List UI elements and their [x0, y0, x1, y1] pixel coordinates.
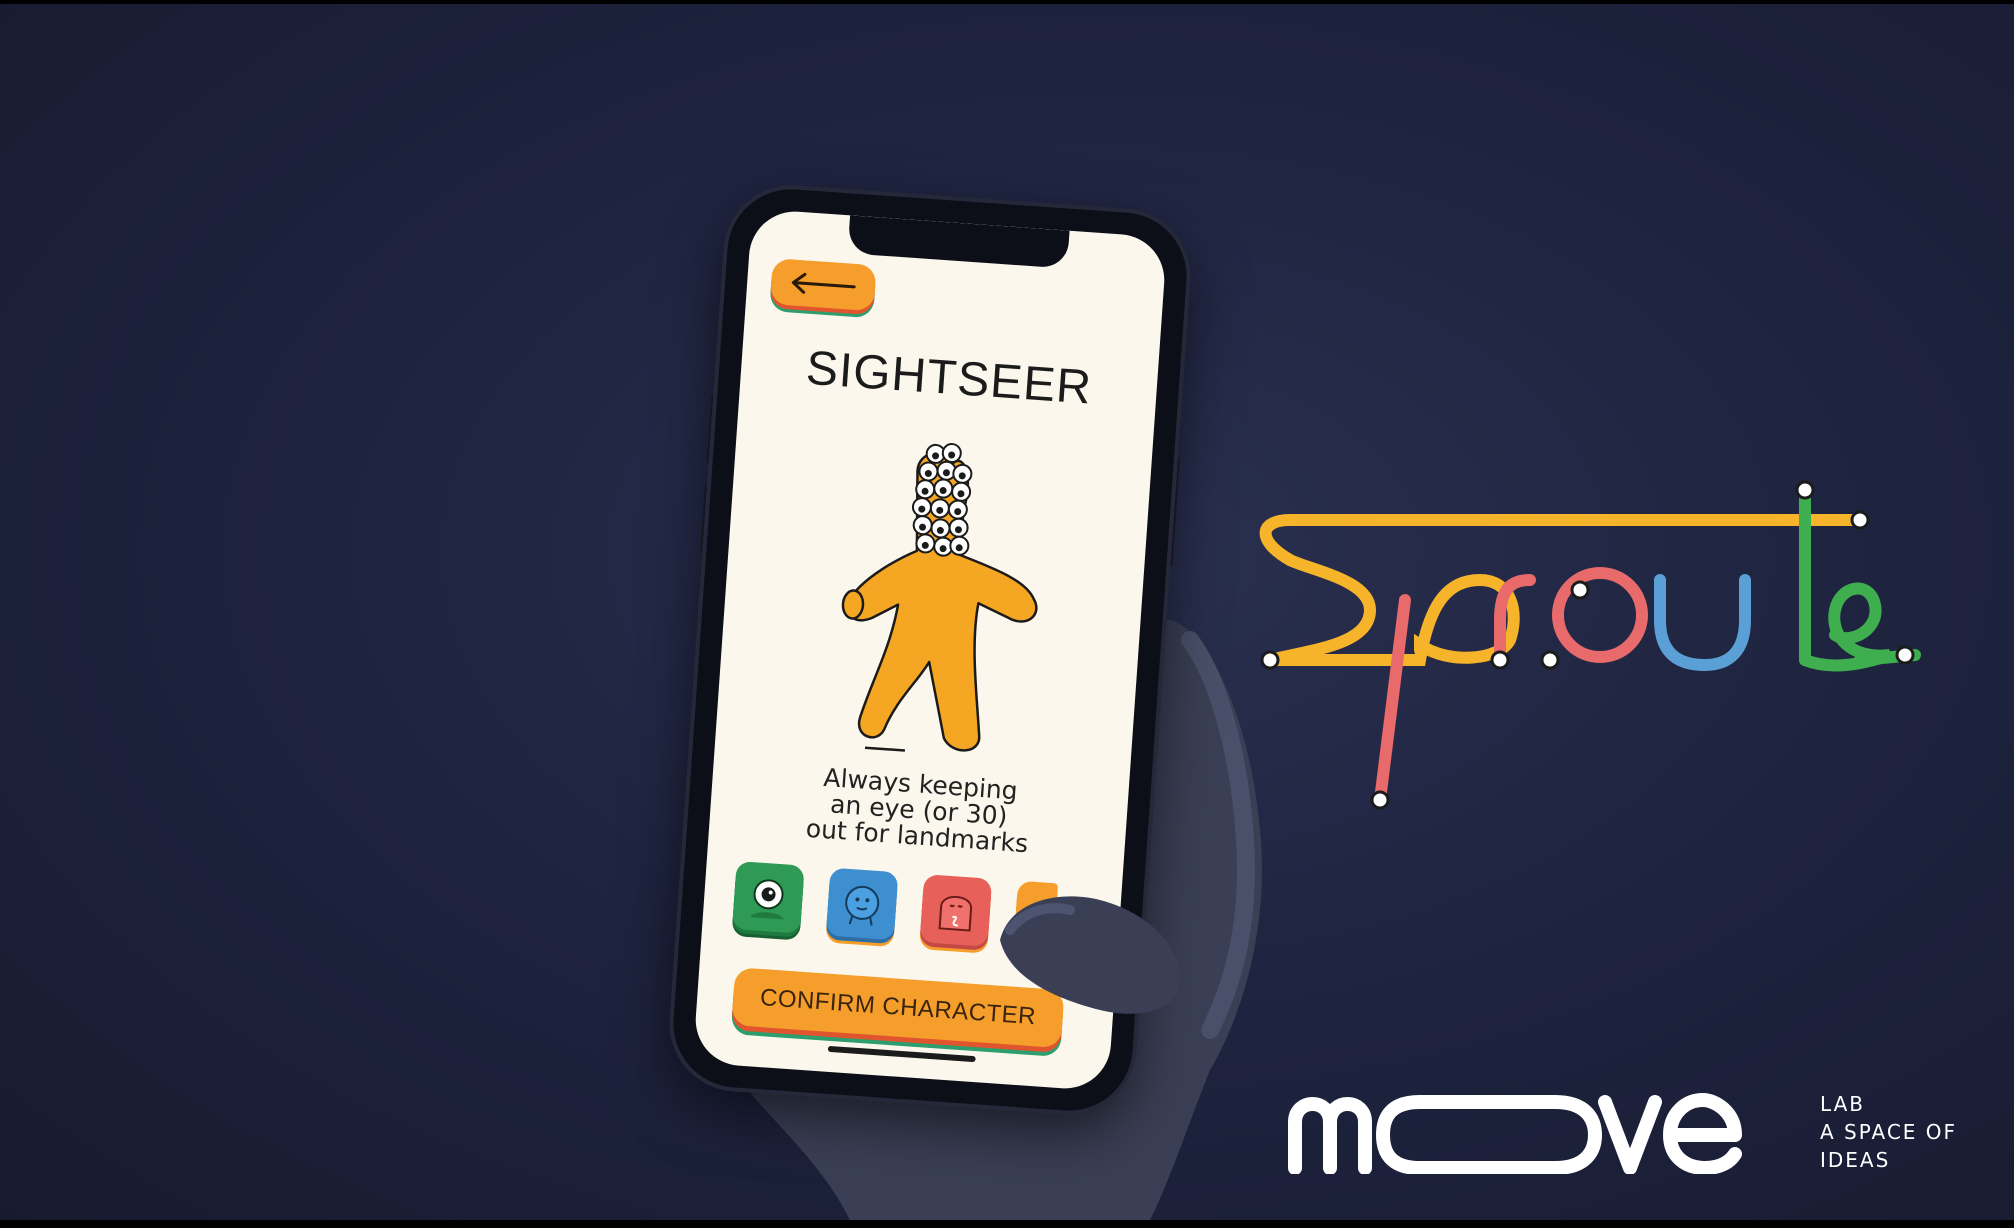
moove-logo [1288, 1093, 1742, 1174]
red-ghost-icon [938, 895, 973, 932]
moove-tagline: LAB A SPACE OF IDEAS [1820, 1090, 2010, 1174]
character-option-red[interactable] [919, 874, 993, 947]
sightseer-character [841, 443, 1038, 752]
thumb [1000, 896, 1180, 1014]
back-button[interactable] [769, 258, 877, 312]
character-option-blue[interactable] [825, 867, 899, 941]
character-title: SIGHTSEER [804, 341, 1094, 415]
letterbox-bottom [0, 1220, 2014, 1228]
tagline-line: IDEAS [1820, 1148, 1891, 1172]
green-cyclops-icon [749, 879, 784, 920]
tagline-line: LAB [1820, 1092, 1866, 1116]
blue-blob-icon [845, 885, 880, 926]
tagline-line: A SPACE OF [1820, 1120, 1958, 1144]
home-indicator [827, 1045, 976, 1063]
character-description: Always keeping an eye (or 30) out for la… [748, 760, 1089, 861]
arrow-left-icon [791, 272, 856, 294]
character-option-green[interactable] [732, 861, 805, 934]
letterbox-top [0, 0, 2014, 4]
sproute-logo [1259, 480, 1921, 810]
